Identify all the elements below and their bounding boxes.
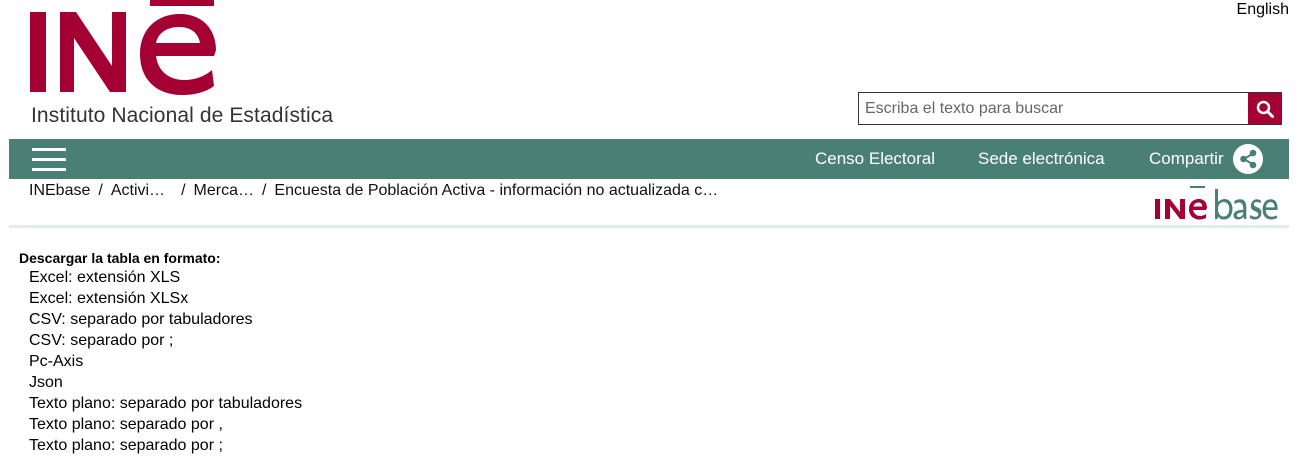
breadcrumb-separator: / <box>181 182 186 199</box>
format-text-tab[interactable]: Texto plano: separado por tabuladores <box>29 393 302 414</box>
hamburger-menu-icon[interactable] <box>32 146 66 172</box>
share-glyph-icon <box>1240 149 1257 169</box>
search-button[interactable] <box>1248 93 1281 124</box>
language-link-english[interactable]: English <box>1237 1 1289 19</box>
breadcrumb-separator: / <box>98 182 103 199</box>
format-csv-tab[interactable]: CSV: separado por tabuladores <box>29 309 302 330</box>
header-divider <box>9 225 1289 228</box>
breadcrumb-separator: / <box>261 182 267 199</box>
format-json[interactable]: Json <box>29 372 302 393</box>
breadcrumb-item-actividad[interactable]: Activi… <box>111 182 165 200</box>
download-title: Descargar la tabla en formato: <box>19 250 221 266</box>
inebase-logo[interactable] <box>1152 181 1282 230</box>
format-text-semicolon[interactable]: Texto plano: separado por ; <box>29 435 302 456</box>
format-text-comma[interactable]: Texto plano: separado por , <box>29 414 302 435</box>
search-icon <box>1256 100 1274 118</box>
main-navbar: Censo Electoral Sede electrónica Compart… <box>9 139 1289 179</box>
download-format-list: Excel: extensión XLS Excel: extensión XL… <box>29 267 302 456</box>
breadcrumb-item-mercado[interactable]: Merca… <box>194 182 254 200</box>
format-excel-xlsx[interactable]: Excel: extensión XLSx <box>29 288 302 309</box>
format-pc-axis[interactable]: Pc-Axis <box>29 351 302 372</box>
ine-logo-mark <box>30 0 216 95</box>
logo-subtitle: Instituto Nacional de Estadística <box>31 104 334 127</box>
search-input[interactable] <box>859 93 1248 124</box>
inebase-logo-mark <box>1155 186 1278 220</box>
share-icon[interactable] <box>1233 144 1263 174</box>
format-csv-semicolon[interactable]: CSV: separado por ; <box>29 330 302 351</box>
search-form <box>858 92 1282 125</box>
nav-item-censo-electoral[interactable]: Censo Electoral <box>815 149 935 169</box>
breadcrumb-item-current: Encuesta de Población Activa - informaci… <box>274 182 719 199</box>
nav-item-sede-electronica[interactable]: Sede electrónica <box>978 149 1105 169</box>
format-excel-xls[interactable]: Excel: extensión XLS <box>29 267 302 288</box>
breadcrumb: INEbase / Activi… / Merca… / Encuesta de… <box>29 182 718 200</box>
breadcrumb-item-inebase[interactable]: INEbase <box>29 182 90 200</box>
nav-item-compartir[interactable]: Compartir <box>1149 149 1224 169</box>
ine-logo[interactable] <box>30 0 220 98</box>
